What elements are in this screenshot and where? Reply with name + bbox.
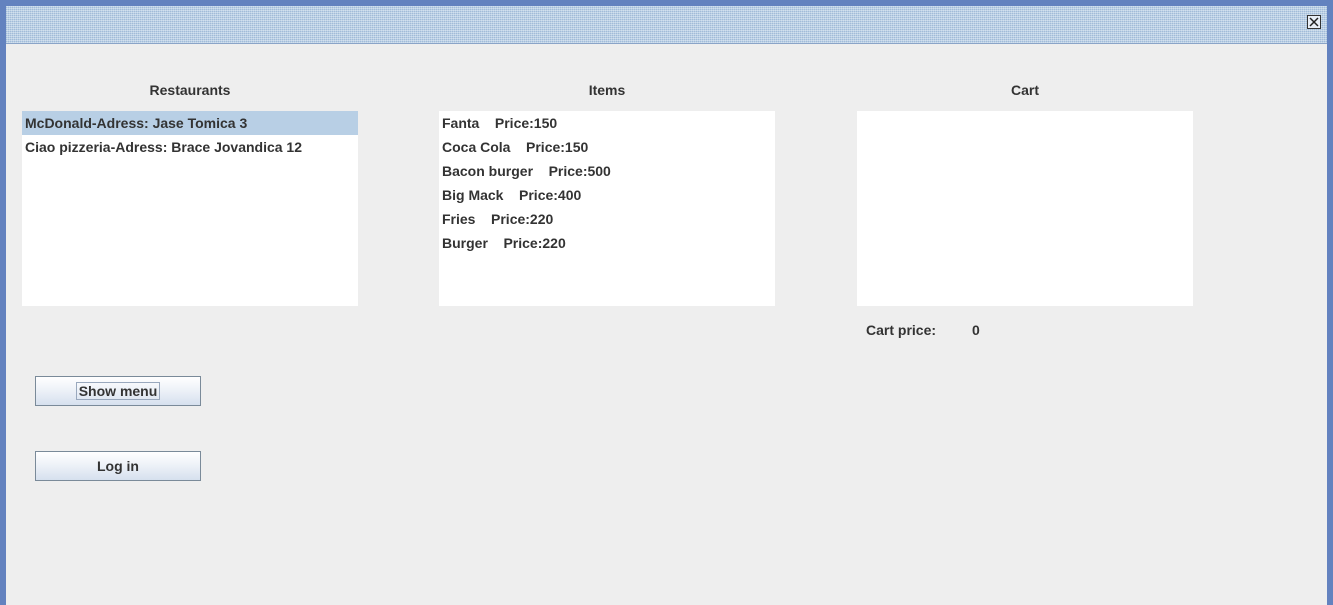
cart-list[interactable] — [857, 111, 1193, 306]
restaurant-item[interactable]: McDonald-Adress: Jase Tomica 3 — [22, 111, 358, 135]
cart-price-value: 0 — [972, 322, 980, 338]
menu-item[interactable]: Burger Price:220 — [439, 231, 775, 255]
restaurants-list[interactable]: McDonald-Adress: Jase Tomica 3 Ciao pizz… — [22, 111, 358, 306]
restaurants-label: Restaurants — [149, 82, 231, 98]
menu-item[interactable]: Fries Price:220 — [439, 207, 775, 231]
menu-item[interactable]: Big Mack Price:400 — [439, 183, 775, 207]
menu-item[interactable]: Bacon burger Price:500 — [439, 159, 775, 183]
show-menu-label: Show menu — [75, 382, 161, 400]
menu-item[interactable]: Coca Cola Price:150 — [439, 135, 775, 159]
log-in-button[interactable]: Log in — [35, 451, 201, 481]
restaurant-item[interactable]: Ciao pizzeria-Adress: Brace Jovandica 12 — [22, 135, 358, 159]
menu-item[interactable]: Fanta Price:150 — [439, 111, 775, 135]
close-icon[interactable] — [1307, 15, 1321, 29]
items-list[interactable]: Fanta Price:150 Coca Cola Price:150 Baco… — [439, 111, 775, 306]
log-in-label: Log in — [97, 458, 139, 474]
items-label: Items — [588, 82, 626, 98]
show-menu-button[interactable]: Show menu — [35, 376, 201, 406]
cart-price-label: Cart price: — [866, 322, 937, 338]
title-bar[interactable] — [6, 6, 1327, 44]
cart-label: Cart — [1010, 82, 1039, 98]
